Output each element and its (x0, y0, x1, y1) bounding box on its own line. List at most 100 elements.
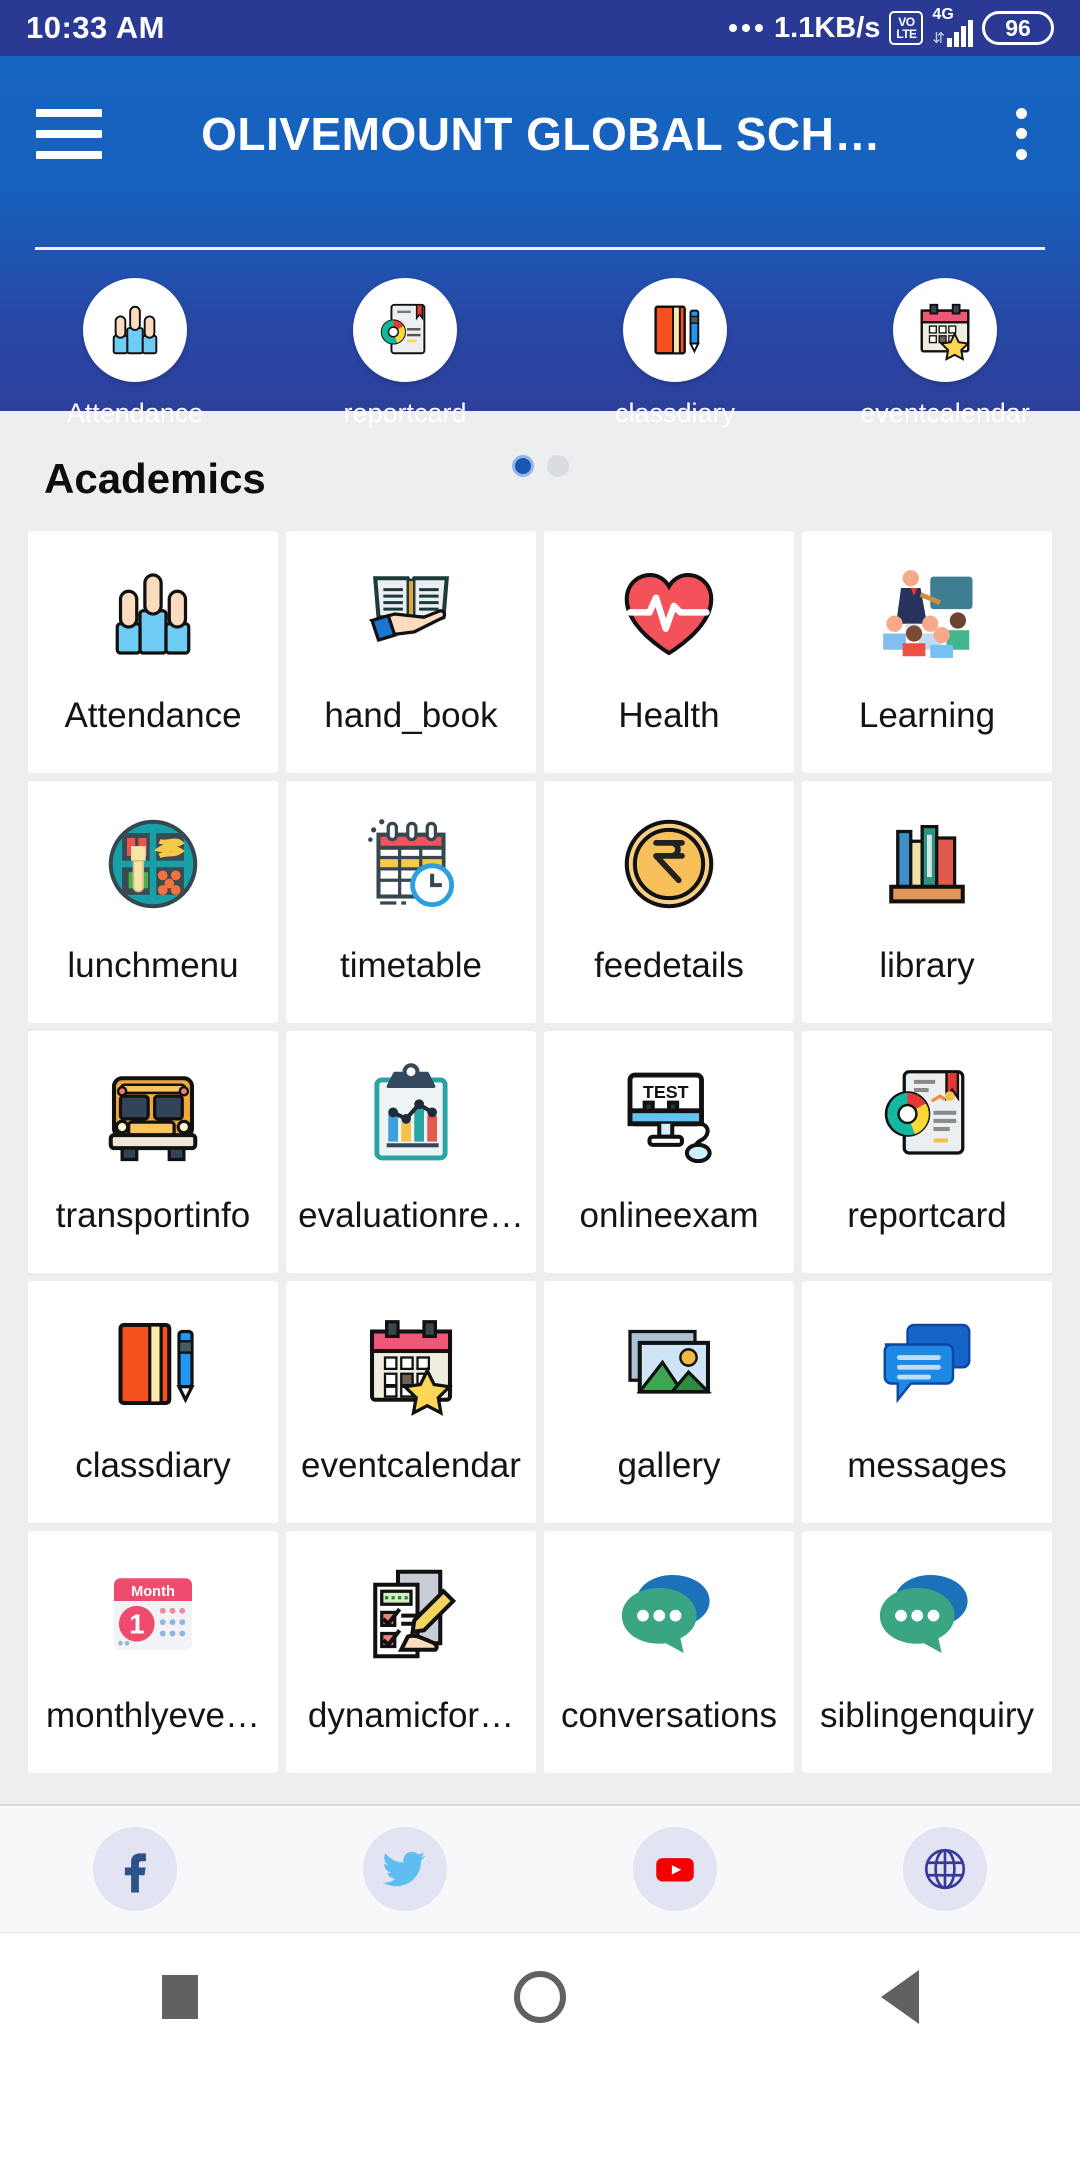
tile-label: transportinfo (55, 1196, 251, 1235)
books-shelf-icon (875, 781, 979, 946)
quick-item-eventcalendar[interactable]: eventcalendar (810, 278, 1080, 429)
quick-item-label: classdiary (614, 398, 736, 428)
signal-icon: 4G ⇵ (932, 6, 973, 47)
quick-access-carousel[interactable]: Attendance reportcard classdiary eventca… (0, 250, 1080, 429)
tile-transportinfo[interactable]: transportinfo (28, 1031, 278, 1273)
status-time: 10:33 AM (26, 10, 165, 45)
academics-grid: Attendance hand_book Health Learning lun… (0, 531, 1080, 1773)
tile-classdiary[interactable]: classdiary (28, 1281, 278, 1523)
tile-label: lunchmenu (67, 946, 239, 985)
social-twitter[interactable] (270, 1827, 540, 1911)
tile-label: conversations (561, 1696, 777, 1735)
carousel-pager[interactable] (0, 455, 1080, 477)
pager-dot-2[interactable] (546, 455, 569, 477)
speech-bubbles-icon (617, 1531, 721, 1696)
tile-messages[interactable]: messages (802, 1281, 1052, 1523)
report-document-icon (353, 278, 457, 382)
calendar-star-icon (893, 278, 997, 382)
data-arrows-icon: ⇵ (932, 29, 945, 47)
tile-onlineexam[interactable]: TEST onlineexam (544, 1031, 794, 1273)
speech-bubbles-icon (875, 1531, 979, 1696)
quick-item-reportcard[interactable]: reportcard (270, 278, 540, 429)
raised-hands-icon (83, 278, 187, 382)
battery-indicator: 96 (982, 11, 1054, 45)
tile-label: Learning (858, 696, 996, 735)
rupee-coin-icon (617, 781, 721, 946)
quick-item-label: eventcalendar (860, 398, 1030, 428)
tile-timetable[interactable]: timetable (286, 781, 536, 1023)
twitter-icon (363, 1827, 447, 1911)
svg-text:1: 1 (129, 1608, 144, 1639)
diary-pen-icon (623, 278, 727, 382)
tile-label: eventcalendar (301, 1446, 521, 1485)
page-title: OLIVEMOUNT GLOBAL SCH… (201, 107, 881, 160)
quick-item-classdiary[interactable]: classdiary (540, 278, 810, 429)
tile-label: messages (847, 1446, 1007, 1485)
status-icons: 1.1KB/s VO LTE 4G ⇵ 96 (729, 6, 1054, 47)
tile-monthlyevents[interactable]: Month 1 monthlyeve… (28, 1531, 278, 1773)
school-bus-icon (101, 1031, 205, 1196)
tile-label: Health (618, 696, 720, 735)
tile-label: monthlyeve… (46, 1696, 260, 1735)
triangle-back-icon (881, 1969, 919, 2024)
youtube-icon (633, 1827, 717, 1911)
signal-bars-icon (947, 19, 973, 47)
tile-feedetails[interactable]: feedetails (544, 781, 794, 1023)
nav-home-button[interactable] (360, 1970, 720, 2023)
tile-label: gallery (617, 1446, 721, 1485)
kebab-icon[interactable] (998, 106, 1044, 162)
tile-gallery[interactable]: gallery (544, 1281, 794, 1523)
clipboard-chart-icon (359, 1031, 463, 1196)
android-nav-bar (0, 1932, 1080, 2060)
tile-label: onlineexam (579, 1196, 759, 1235)
monitor-test-icon: TEST (617, 1031, 721, 1196)
tile-label: feedetails (594, 946, 744, 985)
nav-recents-button[interactable] (0, 1974, 360, 2019)
tile-lunchmenu[interactable]: lunchmenu (28, 781, 278, 1023)
tile-eventcalendar[interactable]: eventcalendar (286, 1281, 536, 1523)
quick-item-label: reportcard (343, 398, 467, 428)
network-speed: 1.1KB/s (774, 11, 881, 44)
pager-dot-1[interactable] (511, 455, 534, 477)
calendar-star-icon (359, 1281, 463, 1446)
tile-learning[interactable]: Learning (802, 531, 1052, 773)
tile-label: dynamicfor… (307, 1696, 515, 1735)
volte-icon: VO LTE (889, 11, 924, 45)
calendar-clock-icon (359, 781, 463, 946)
heart-pulse-icon (617, 531, 721, 696)
status-bar: 10:33 AM 1.1KB/s VO LTE 4G ⇵ 96 (0, 0, 1080, 56)
globe-icon (903, 1827, 987, 1911)
tile-conversations[interactable]: conversations (544, 1531, 794, 1773)
tile-dynamicform[interactable]: dynamicfor… (286, 1531, 536, 1773)
hamburger-icon[interactable] (36, 108, 102, 159)
tile-label: timetable (339, 946, 483, 985)
tile-reportcard[interactable]: reportcard (802, 1031, 1052, 1273)
social-website[interactable] (810, 1827, 1080, 1911)
social-youtube[interactable] (540, 1827, 810, 1911)
tile-label: classdiary (75, 1446, 231, 1485)
circle-icon (514, 1970, 566, 2023)
tile-label: hand_book (324, 696, 498, 735)
notification-dots-icon (729, 24, 764, 32)
social-facebook[interactable] (0, 1827, 270, 1911)
tile-label: siblingenquiry (819, 1696, 1035, 1735)
square-icon (162, 1974, 198, 2019)
month-calendar-icon: Month 1 (101, 1531, 205, 1696)
quick-item-attendance[interactable]: Attendance (0, 278, 270, 429)
tile-hand-book[interactable]: hand_book (286, 531, 536, 773)
tile-attendance[interactable]: Attendance (28, 531, 278, 773)
photos-icon (617, 1281, 721, 1446)
quick-item-label: Attendance (66, 398, 204, 428)
form-pencil-icon (359, 1531, 463, 1696)
tile-health[interactable]: Health (544, 531, 794, 773)
diary-pen-icon (101, 1281, 205, 1446)
tile-siblingenquiry[interactable]: siblingenquiry (802, 1531, 1052, 1773)
report-document-icon (875, 1031, 979, 1196)
social-bar (0, 1804, 1080, 1932)
nav-back-button[interactable] (720, 1969, 1080, 2024)
network-type-label: 4G (932, 5, 954, 23)
tile-evaluationreport[interactable]: evaluationre… (286, 1031, 536, 1273)
tile-library[interactable]: library (802, 781, 1052, 1023)
raised-hands-icon (101, 531, 205, 696)
tile-label: Attendance (64, 696, 242, 735)
